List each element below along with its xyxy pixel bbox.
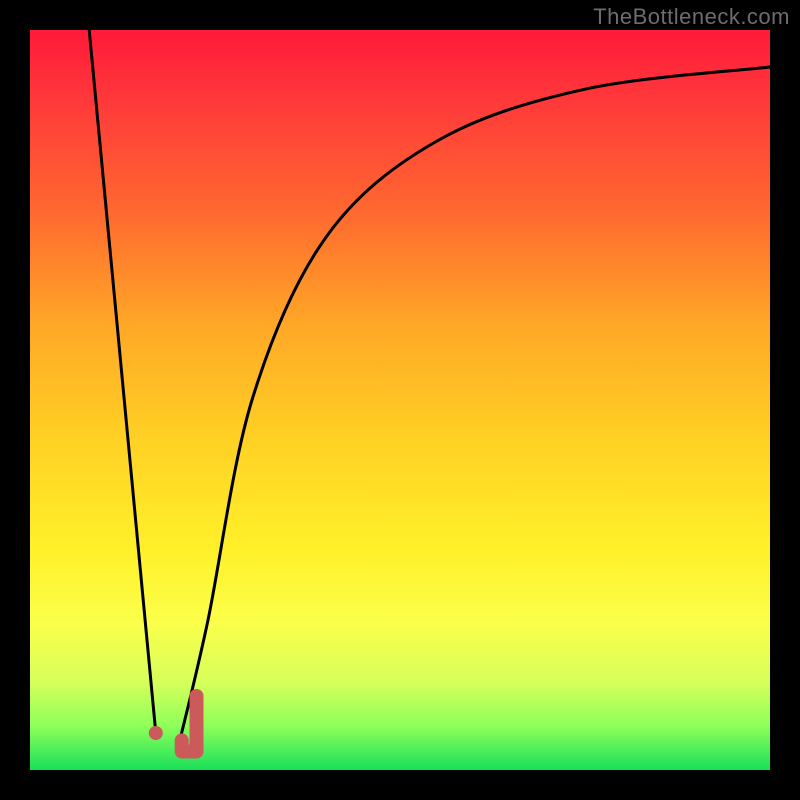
watermark-text: TheBottleneck.com (593, 4, 790, 30)
right-curve-path (178, 67, 770, 748)
plot-area (30, 30, 770, 770)
left-line-path (89, 30, 156, 733)
chart-frame: TheBottleneck.com (0, 0, 800, 800)
curve-layer (30, 30, 770, 770)
marker-dot (149, 726, 163, 740)
